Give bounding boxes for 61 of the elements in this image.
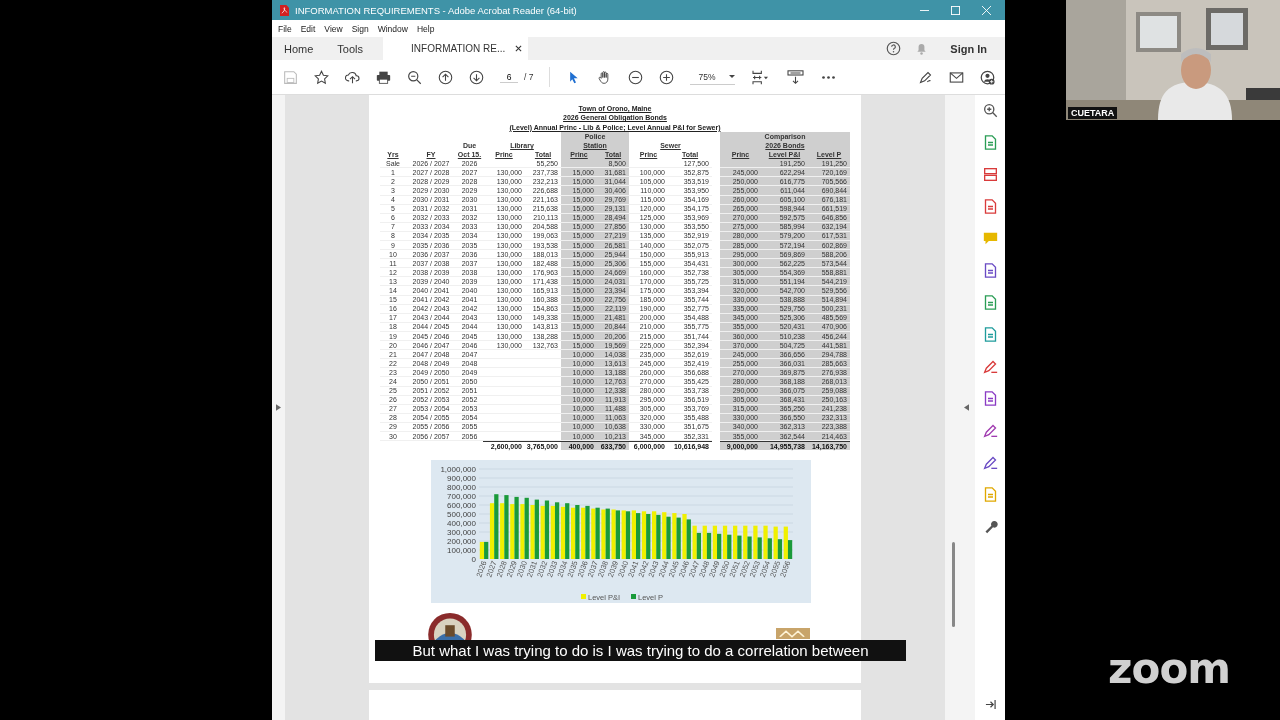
axis-label: 1,000,000 [440,464,476,474]
axis-label: 700,000 [447,491,476,501]
document-icon[interactable] [982,263,998,278]
star-icon[interactable] [314,69,329,85]
axis-label: 900,000 [447,473,476,483]
arrow-down-icon[interactable] [469,69,484,85]
arrow-right-icon[interactable] [984,699,996,710]
tab[interactable]: Tools [325,37,376,60]
zoom-logo: zoom [1108,644,1230,693]
maximize-icon[interactable] [951,5,960,15]
menu-item[interactable]: File [278,23,292,34]
caption: But what I was trying to do is I was trying to do a correlation between [375,640,906,661]
pen-icon[interactable] [918,69,933,85]
help-icon[interactable] [886,41,902,56]
document-icon[interactable] [982,327,998,342]
search-icon[interactable] [982,103,998,118]
axis-label: 400,000 [447,518,476,528]
tab[interactable]: Home [272,37,326,60]
zoom-in-icon[interactable] [659,69,675,85]
page-count: / 7 [524,72,534,82]
zoom-out-icon[interactable] [628,69,644,85]
document-icon[interactable] [982,199,998,214]
axis-label: 0 [471,554,476,564]
document-icon[interactable] [982,391,998,406]
document-icon[interactable] [982,135,998,150]
pen-icon[interactable] [982,359,998,374]
arrow-up-icon[interactable] [438,69,453,85]
scroll-icon[interactable] [786,69,806,85]
document-icon[interactable] [982,295,998,310]
menu-item[interactable]: Window [377,23,408,34]
expand-icon[interactable] [276,404,281,411]
axis-label: 100,000 [447,545,476,555]
mail-icon[interactable] [949,69,964,85]
menu-item[interactable]: Sign [351,23,369,34]
page-number-field[interactable]: 6 [500,71,518,83]
zoom-dropdown[interactable]: 75% [690,69,736,85]
upload-icon[interactable] [345,69,360,85]
add-user-icon[interactable] [980,69,995,85]
axis-label: 800,000 [447,482,476,492]
menu-item[interactable]: Help [416,23,435,34]
caret-icon [729,75,736,78]
tab[interactable]: INFORMATION RE... [383,37,529,60]
layout-icon[interactable] [982,167,998,182]
axis-label: 200,000 [447,536,476,546]
search-icon[interactable] [407,69,422,85]
print-icon[interactable] [376,69,391,85]
window-title: INFORMATION REQUIREMENTS - Adobe Acrobat Reader (64-bit) [295,4,578,16]
axis-label: 300,000 [447,527,476,537]
pdf-icon [280,4,289,16]
legend-swatch [581,594,586,600]
pen-icon[interactable] [982,423,998,438]
sign-in-button[interactable]: Sign In [950,42,987,55]
collapse-icon[interactable] [963,404,969,411]
close-icon[interactable] [515,45,523,52]
menu-item[interactable]: Edit [300,23,316,34]
pen-icon[interactable] [982,455,998,470]
axis-label: 600,000 [447,500,476,510]
menu-item[interactable]: View [324,23,343,34]
participant-name: CUETARA [1068,107,1118,119]
axis-label: 500,000 [447,509,476,519]
legend-swatch [631,594,636,600]
